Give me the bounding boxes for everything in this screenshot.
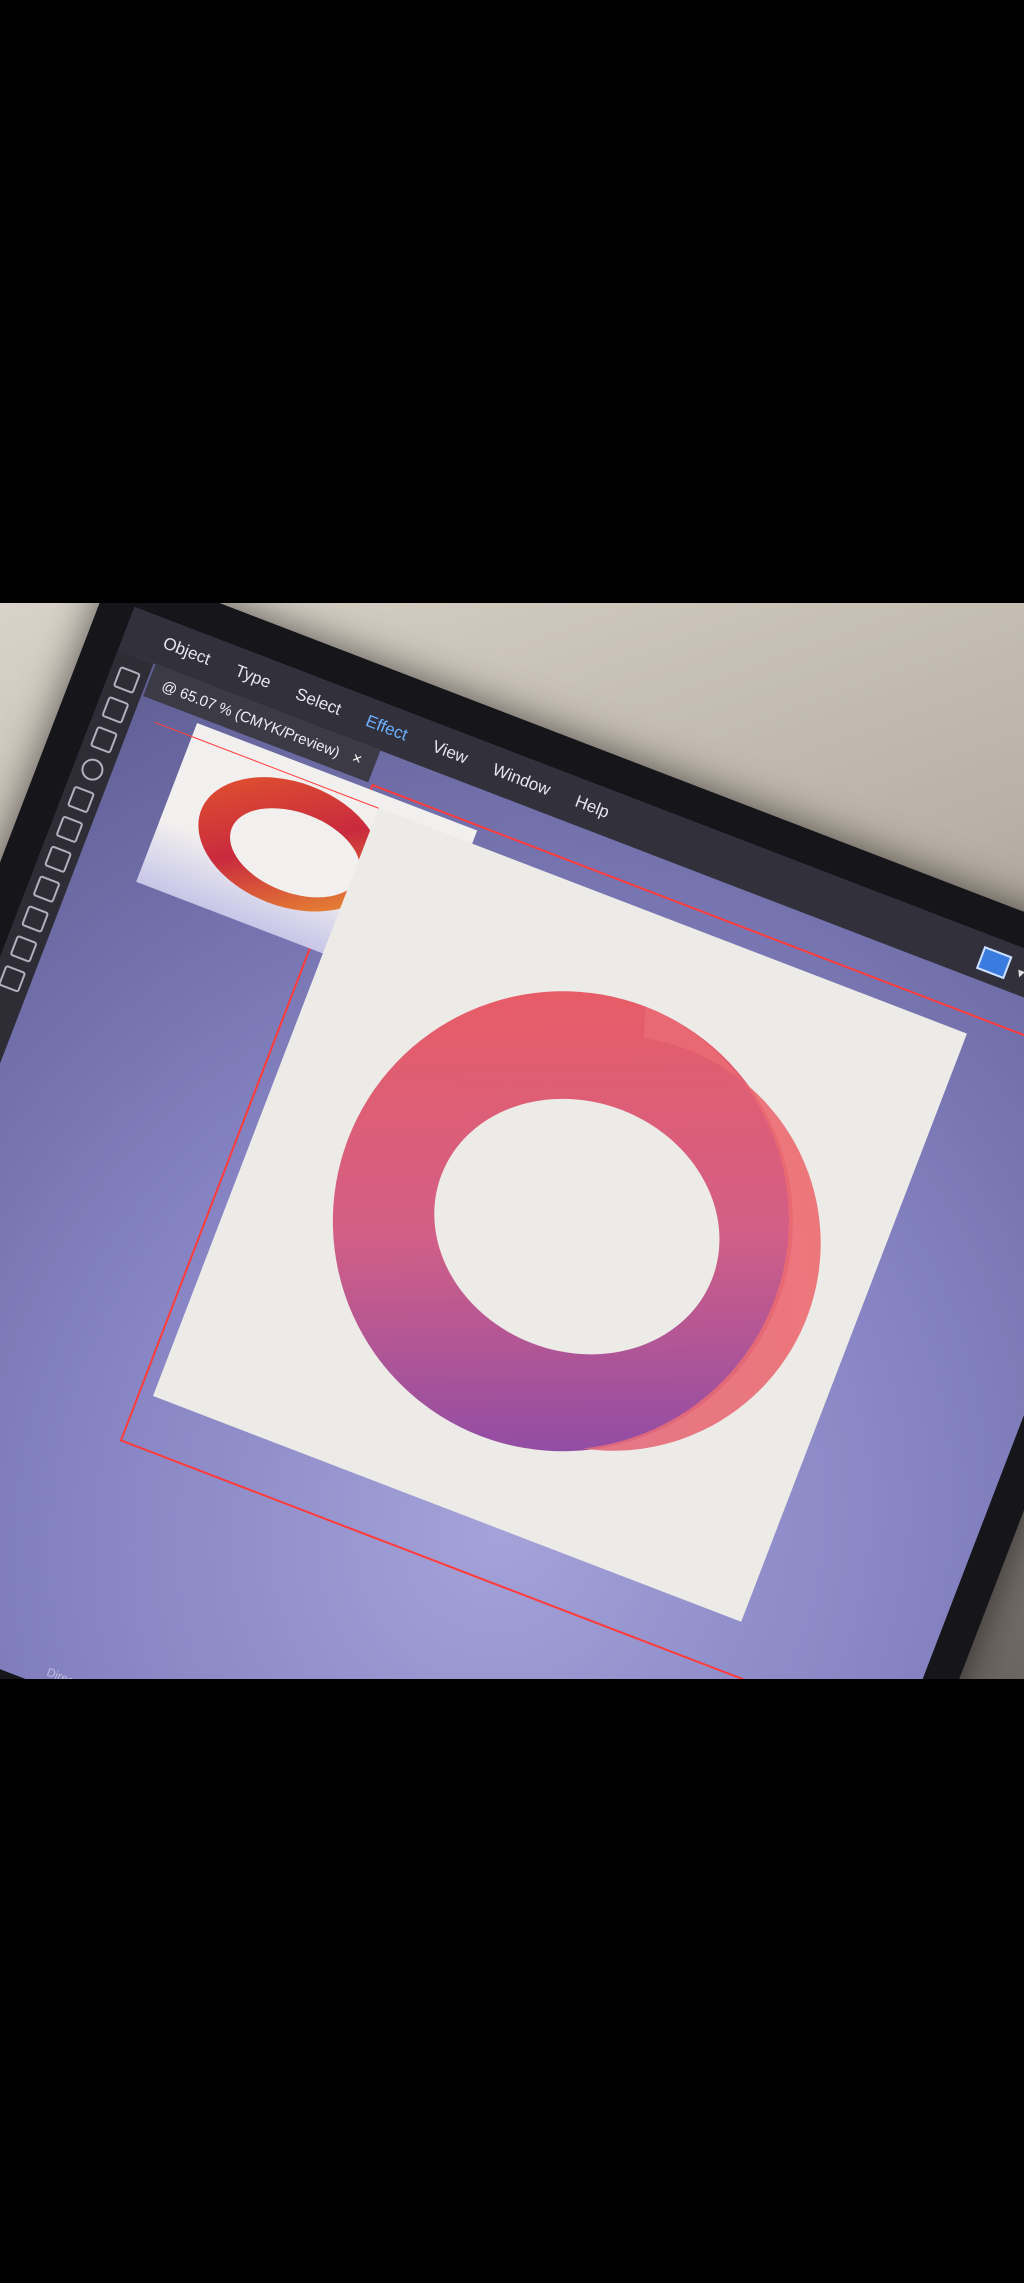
rotate-icon[interactable] <box>66 785 96 814</box>
menu-help[interactable]: Help <box>572 792 612 823</box>
close-tab-icon[interactable]: × <box>349 750 364 770</box>
eyedropper-icon[interactable] <box>20 904 50 934</box>
type-icon[interactable] <box>89 725 119 754</box>
menu-select[interactable]: Select <box>293 684 344 720</box>
direct-selection-icon[interactable] <box>112 665 142 695</box>
hand-icon[interactable] <box>0 964 27 993</box>
menu-object[interactable]: Object <box>160 633 213 669</box>
brush-icon[interactable] <box>55 815 84 844</box>
ellipse-icon[interactable] <box>78 755 107 784</box>
photo-frame: Object Type Select Effect View Window He… <box>0 603 1024 1679</box>
rectangle-icon[interactable] <box>32 874 61 904</box>
menu-window[interactable]: Window <box>490 760 553 800</box>
chevron-down-icon[interactable]: ▾ <box>1014 964 1024 982</box>
zoom-icon[interactable] <box>9 934 38 964</box>
menu-type[interactable]: Type <box>232 661 273 693</box>
menu-effect[interactable]: Effect <box>363 711 410 745</box>
pen-icon[interactable] <box>101 695 130 725</box>
menu-view[interactable]: View <box>429 737 471 769</box>
eraser-icon[interactable] <box>43 845 73 874</box>
